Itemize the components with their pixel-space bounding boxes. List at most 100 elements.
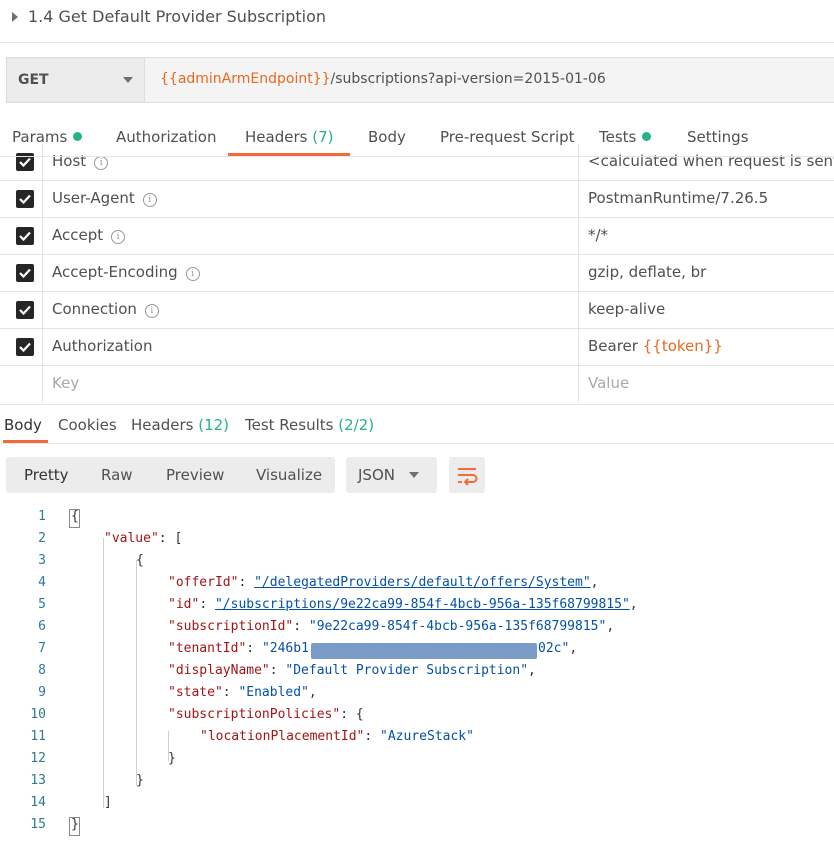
json-link[interactable]: "/delegatedProviders/default/offers/Syst… — [254, 575, 591, 590]
line-number: 7 — [38, 641, 46, 656]
json-key: "offerId" — [168, 575, 239, 590]
code-text: "locationPlacementId": "AzureStack" — [200, 729, 474, 744]
view-visualize-button[interactable]: Visualize — [256, 466, 322, 484]
response-tabs-divider — [0, 443, 834, 444]
header-value[interactable]: */* — [588, 226, 608, 244]
json-key: "subscriptionPolicies" — [168, 707, 341, 722]
status-dot-icon — [73, 132, 83, 141]
request-title-row[interactable]: 1.4 Get Default Provider Subscription — [0, 0, 834, 40]
view-preview-button[interactable]: Preview — [166, 466, 224, 484]
header-key[interactable]: Accept i — [52, 226, 126, 244]
column-divider — [578, 366, 579, 403]
response-tab-headers-label: Headers — [131, 416, 194, 434]
format-label: JSON — [358, 466, 395, 484]
code-text: { — [71, 509, 79, 524]
row-checkbox-cell — [3, 366, 43, 403]
response-tab-cookies[interactable]: Cookies — [58, 416, 117, 434]
info-icon[interactable]: i — [142, 193, 157, 207]
method-label: GET — [18, 72, 49, 88]
checkbox[interactable] — [16, 227, 34, 245]
table-row: Authorization Bearer {{token}} — [0, 329, 834, 366]
title-divider — [0, 42, 834, 43]
response-tab-headers-count: (12) — [198, 416, 230, 434]
header-value[interactable]: Bearer {{token}} — [588, 337, 723, 355]
header-key-text: Accept — [52, 226, 104, 244]
request-title[interactable]: 1.4 Get Default Provider Subscription — [28, 7, 326, 26]
code-text: "state": "Enabled", — [168, 685, 317, 700]
code-text: { — [136, 553, 144, 568]
code-text: ] — [104, 795, 112, 810]
line-number: 8 — [38, 663, 46, 678]
header-value[interactable]: gzip, deflate, br — [588, 263, 706, 281]
header-key-text: Host — [52, 152, 87, 170]
json-link[interactable]: "/subscriptions/9e22ca99-854f-4bcb-956a-… — [215, 597, 630, 612]
json-string: 02c" — [538, 641, 570, 656]
code-text: "subscriptionId": "9e22ca99-854f-4bcb-95… — [168, 619, 615, 634]
checkbox[interactable] — [16, 338, 34, 356]
view-raw-button[interactable]: Raw — [101, 466, 133, 484]
header-key-text: Connection — [52, 300, 137, 318]
new-key-input[interactable]: Key — [52, 374, 79, 392]
row-checkbox-cell — [3, 329, 43, 365]
header-key[interactable]: Accept-Encoding i — [52, 263, 200, 281]
column-divider — [578, 218, 579, 254]
url-text[interactable]: {{adminArmEndpoint}}/subscriptions?api-v… — [160, 71, 606, 87]
code-text: "tenantId": "246b1 — [168, 641, 309, 656]
code-line: 1{ — [0, 505, 834, 527]
header-key[interactable]: Authorization — [52, 337, 152, 355]
token-variable: {{token}} — [642, 337, 723, 355]
code-text: "offerId": "/delegatedProviders/default/… — [168, 575, 599, 590]
column-divider — [578, 144, 579, 180]
check-icon — [19, 157, 31, 168]
json-string: "246b1 — [261, 641, 309, 656]
checkbox[interactable] — [16, 301, 34, 319]
wrap-lines-button[interactable] — [449, 457, 485, 493]
info-icon[interactable]: i — [185, 267, 200, 281]
url-path: /subscriptions?api-version=2015-01-06 — [330, 71, 606, 87]
info-icon[interactable]: i — [94, 156, 109, 170]
code-text: "subscriptionPolicies": { — [168, 707, 364, 722]
response-body-editor[interactable]: 1{ 2 "value": [ 3{ 4 "offerId": "/delegate… — [0, 505, 834, 843]
table-row-new: Key Value — [0, 366, 834, 403]
header-key-text: User-Agent — [52, 189, 135, 207]
header-key-text: Accept-Encoding — [52, 263, 178, 281]
checkbox[interactable] — [16, 264, 34, 282]
header-key-text: Authorization — [52, 337, 153, 355]
code-line: 15} — [0, 813, 834, 835]
wrap-lines-icon — [458, 468, 478, 486]
header-value[interactable]: <calculated when request is sent> — [588, 152, 834, 170]
check-icon — [19, 342, 31, 353]
headers-table[interactable]: Host i <calculated when request is sent> … — [0, 144, 834, 405]
check-icon — [19, 305, 31, 316]
line-number: 5 — [38, 597, 46, 612]
row-checkbox-cell — [3, 181, 43, 217]
row-checkbox-cell — [3, 218, 43, 254]
header-key[interactable]: Connection i — [52, 300, 159, 318]
header-value[interactable]: keep-alive — [588, 300, 665, 318]
checkbox[interactable] — [16, 190, 34, 208]
line-number: 6 — [38, 619, 46, 634]
response-tab-body[interactable]: Body — [4, 416, 42, 434]
json-key: "locationPlacementId" — [200, 729, 365, 744]
line-number: 11 — [30, 729, 46, 744]
line-number: 9 — [38, 685, 46, 700]
view-pretty-button[interactable]: Pretty — [24, 466, 69, 484]
info-icon[interactable]: i — [144, 304, 159, 318]
response-tab-test-results[interactable]: Test Results (2/2) — [245, 416, 374, 434]
response-tab-headers[interactable]: Headers (12) — [131, 416, 229, 434]
column-divider — [578, 181, 579, 217]
code-line: 10 "subscriptionPolicies": { — [0, 703, 834, 725]
new-value-input[interactable]: Value — [588, 374, 629, 392]
line-number: 14 — [30, 795, 46, 810]
code-line: 4 "offerId": "/delegatedProviders/default… — [0, 571, 834, 593]
column-divider — [578, 292, 579, 328]
header-key[interactable]: Host i — [52, 152, 109, 170]
info-icon[interactable]: i — [111, 230, 126, 244]
header-key[interactable]: User-Agent i — [52, 189, 157, 207]
header-value[interactable]: PostmanRuntime/7.26.5 — [588, 189, 768, 207]
json-string: "AzureStack" — [380, 729, 474, 744]
table-row: User-Agent i PostmanRuntime/7.26.5 — [0, 181, 834, 218]
collapse-caret-icon[interactable] — [12, 12, 18, 22]
row-checkbox-cell — [3, 255, 43, 291]
chevron-down-icon[interactable] — [123, 77, 133, 83]
